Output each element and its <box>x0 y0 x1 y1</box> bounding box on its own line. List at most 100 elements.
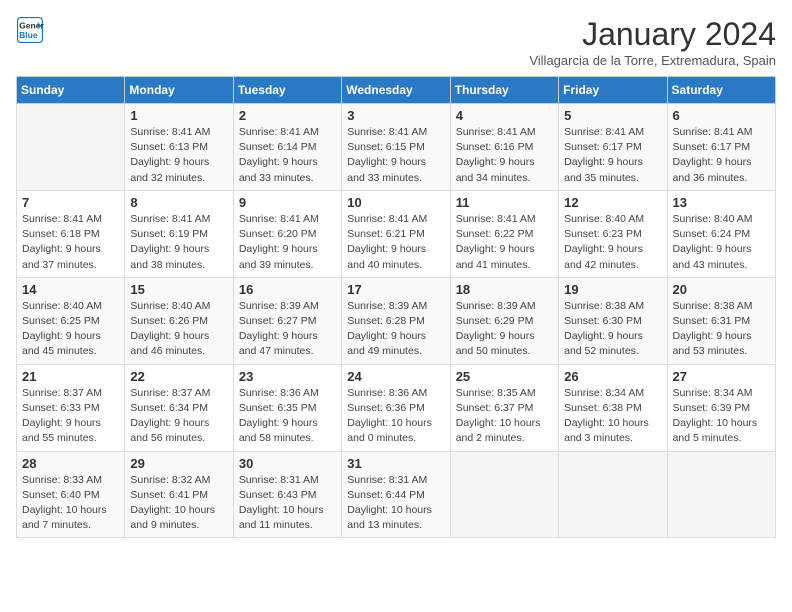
day-details: Sunrise: 8:36 AMSunset: 6:35 PMDaylight:… <box>239 386 336 447</box>
day-cell: 5 Sunrise: 8:41 AMSunset: 6:17 PMDaylight… <box>559 104 667 191</box>
day-cell: 10 Sunrise: 8:41 AMSunset: 6:21 PMDayligh… <box>342 190 450 277</box>
day-details: Sunrise: 8:34 AMSunset: 6:38 PMDaylight:… <box>564 386 661 447</box>
day-details: Sunrise: 8:40 AMSunset: 6:24 PMDaylight:… <box>673 212 770 273</box>
day-details: Sunrise: 8:36 AMSunset: 6:36 PMDaylight:… <box>347 386 444 447</box>
day-cell: 17 Sunrise: 8:39 AMSunset: 6:28 PMDayligh… <box>342 277 450 364</box>
day-details: Sunrise: 8:38 AMSunset: 6:31 PMDaylight:… <box>673 299 770 360</box>
day-cell: 6 Sunrise: 8:41 AMSunset: 6:17 PMDaylight… <box>667 104 775 191</box>
day-cell: 8 Sunrise: 8:41 AMSunset: 6:19 PMDaylight… <box>125 190 233 277</box>
day-details: Sunrise: 8:34 AMSunset: 6:39 PMDaylight:… <box>673 386 770 447</box>
day-cell: 18Sunrise: 8:39 AMSunset: 6:29 PMDayligh… <box>450 277 558 364</box>
day-details: Sunrise: 8:41 AMSunset: 6:17 PMDaylight:… <box>673 125 770 186</box>
day-cell: 27 Sunrise: 8:34 AMSunset: 6:39 PMDayligh… <box>667 364 775 451</box>
day-number: 29 <box>130 456 227 471</box>
day-cell <box>559 451 667 538</box>
day-cell: 15 Sunrise: 8:40 AMSunset: 6:26 PMDayligh… <box>125 277 233 364</box>
day-number: 8 <box>130 195 227 210</box>
day-details: Sunrise: 8:41 AMSunset: 6:19 PMDaylight:… <box>130 212 227 273</box>
day-number: 14 <box>22 282 119 297</box>
day-cell: 11 Sunrise: 8:41 AMSunset: 6:22 PMDayligh… <box>450 190 558 277</box>
location-subtitle: Villagarcia de la Torre, Extremadura, Sp… <box>529 53 776 68</box>
week-row-1: 1 Sunrise: 8:41 AMSunset: 6:13 PMDaylight… <box>17 104 776 191</box>
day-cell <box>667 451 775 538</box>
col-header-tuesday: Tuesday <box>233 77 341 104</box>
col-header-saturday: Saturday <box>667 77 775 104</box>
day-cell: 13Sunrise: 8:40 AMSunset: 6:24 PMDayligh… <box>667 190 775 277</box>
day-number: 23 <box>239 369 336 384</box>
day-cell: 20 Sunrise: 8:38 AMSunset: 6:31 PMDayligh… <box>667 277 775 364</box>
day-details: Sunrise: 8:41 AMSunset: 6:15 PMDaylight:… <box>347 125 444 186</box>
logo-icon: General Blue <box>16 16 44 44</box>
col-header-thursday: Thursday <box>450 77 558 104</box>
col-header-wednesday: Wednesday <box>342 77 450 104</box>
day-cell <box>17 104 125 191</box>
day-cell: 3Sunrise: 8:41 AMSunset: 6:15 PMDaylight… <box>342 104 450 191</box>
day-cell: 2 Sunrise: 8:41 AMSunset: 6:14 PMDaylight… <box>233 104 341 191</box>
day-cell: 29Sunrise: 8:32 AMSunset: 6:41 PMDayligh… <box>125 451 233 538</box>
day-number: 21 <box>22 369 119 384</box>
logo: General Blue <box>16 16 44 44</box>
day-cell: 7Sunrise: 8:41 AMSunset: 6:18 PMDaylight… <box>17 190 125 277</box>
day-cell: 19 Sunrise: 8:38 AMSunset: 6:30 PMDayligh… <box>559 277 667 364</box>
day-details: Sunrise: 8:38 AMSunset: 6:30 PMDaylight:… <box>564 299 661 360</box>
day-details: Sunrise: 8:41 AMSunset: 6:14 PMDaylight:… <box>239 125 336 186</box>
day-number: 22 <box>130 369 227 384</box>
day-number: 20 <box>673 282 770 297</box>
day-number: 15 <box>130 282 227 297</box>
day-number: 5 <box>564 108 661 123</box>
title-section: January 2024 Villagarcia de la Torre, Ex… <box>529 16 776 68</box>
day-number: 19 <box>564 282 661 297</box>
day-cell: 4Sunrise: 8:41 AMSunset: 6:16 PMDaylight… <box>450 104 558 191</box>
day-details: Sunrise: 8:35 AMSunset: 6:37 PMDaylight:… <box>456 386 553 447</box>
col-header-monday: Monday <box>125 77 233 104</box>
day-details: Sunrise: 8:41 AMSunset: 6:18 PMDaylight:… <box>22 212 119 273</box>
day-cell: 30Sunrise: 8:31 AMSunset: 6:43 PMDayligh… <box>233 451 341 538</box>
day-number: 31 <box>347 456 444 471</box>
day-details: Sunrise: 8:31 AMSunset: 6:44 PMDaylight:… <box>347 473 444 534</box>
day-details: Sunrise: 8:41 AMSunset: 6:13 PMDaylight:… <box>130 125 227 186</box>
week-row-5: 28 Sunrise: 8:33 AMSunset: 6:40 PMDayligh… <box>17 451 776 538</box>
col-header-sunday: Sunday <box>17 77 125 104</box>
day-details: Sunrise: 8:37 AMSunset: 6:34 PMDaylight:… <box>130 386 227 447</box>
day-cell: 21Sunrise: 8:37 AMSunset: 6:33 PMDayligh… <box>17 364 125 451</box>
day-cell: 16Sunrise: 8:39 AMSunset: 6:27 PMDayligh… <box>233 277 341 364</box>
day-cell: 24 Sunrise: 8:36 AMSunset: 6:36 PMDayligh… <box>342 364 450 451</box>
day-details: Sunrise: 8:41 AMSunset: 6:21 PMDaylight:… <box>347 212 444 273</box>
day-number: 17 <box>347 282 444 297</box>
day-details: Sunrise: 8:40 AMSunset: 6:23 PMDaylight:… <box>564 212 661 273</box>
day-number: 6 <box>673 108 770 123</box>
day-details: Sunrise: 8:39 AMSunset: 6:29 PMDaylight:… <box>456 299 553 360</box>
day-details: Sunrise: 8:41 AMSunset: 6:22 PMDaylight:… <box>456 212 553 273</box>
day-number: 9 <box>239 195 336 210</box>
day-number: 12 <box>564 195 661 210</box>
day-cell: 1 Sunrise: 8:41 AMSunset: 6:13 PMDaylight… <box>125 104 233 191</box>
day-number: 2 <box>239 108 336 123</box>
day-number: 27 <box>673 369 770 384</box>
day-details: Sunrise: 8:41 AMSunset: 6:16 PMDaylight:… <box>456 125 553 186</box>
col-header-friday: Friday <box>559 77 667 104</box>
day-cell: 31 Sunrise: 8:31 AMSunset: 6:44 PMDayligh… <box>342 451 450 538</box>
day-cell: 12 Sunrise: 8:40 AMSunset: 6:23 PMDayligh… <box>559 190 667 277</box>
day-details: Sunrise: 8:39 AMSunset: 6:27 PMDaylight:… <box>239 299 336 360</box>
day-number: 28 <box>22 456 119 471</box>
day-cell: 26 Sunrise: 8:34 AMSunset: 6:38 PMDayligh… <box>559 364 667 451</box>
day-cell: 25 Sunrise: 8:35 AMSunset: 6:37 PMDayligh… <box>450 364 558 451</box>
day-details: Sunrise: 8:31 AMSunset: 6:43 PMDaylight:… <box>239 473 336 534</box>
day-details: Sunrise: 8:41 AMSunset: 6:20 PMDaylight:… <box>239 212 336 273</box>
day-cell: 28 Sunrise: 8:33 AMSunset: 6:40 PMDayligh… <box>17 451 125 538</box>
svg-text:Blue: Blue <box>19 30 38 40</box>
day-number: 10 <box>347 195 444 210</box>
day-cell: 9 Sunrise: 8:41 AMSunset: 6:20 PMDaylight… <box>233 190 341 277</box>
day-number: 25 <box>456 369 553 384</box>
day-number: 11 <box>456 195 553 210</box>
day-number: 26 <box>564 369 661 384</box>
day-details: Sunrise: 8:33 AMSunset: 6:40 PMDaylight:… <box>22 473 119 534</box>
day-details: Sunrise: 8:41 AMSunset: 6:17 PMDaylight:… <box>564 125 661 186</box>
day-number: 1 <box>130 108 227 123</box>
week-row-4: 21Sunrise: 8:37 AMSunset: 6:33 PMDayligh… <box>17 364 776 451</box>
page-header: General Blue January 2024 Villagarcia de… <box>16 16 776 68</box>
month-title: January 2024 <box>529 16 776 53</box>
day-details: Sunrise: 8:39 AMSunset: 6:28 PMDaylight:… <box>347 299 444 360</box>
day-number: 24 <box>347 369 444 384</box>
day-details: Sunrise: 8:40 AMSunset: 6:26 PMDaylight:… <box>130 299 227 360</box>
